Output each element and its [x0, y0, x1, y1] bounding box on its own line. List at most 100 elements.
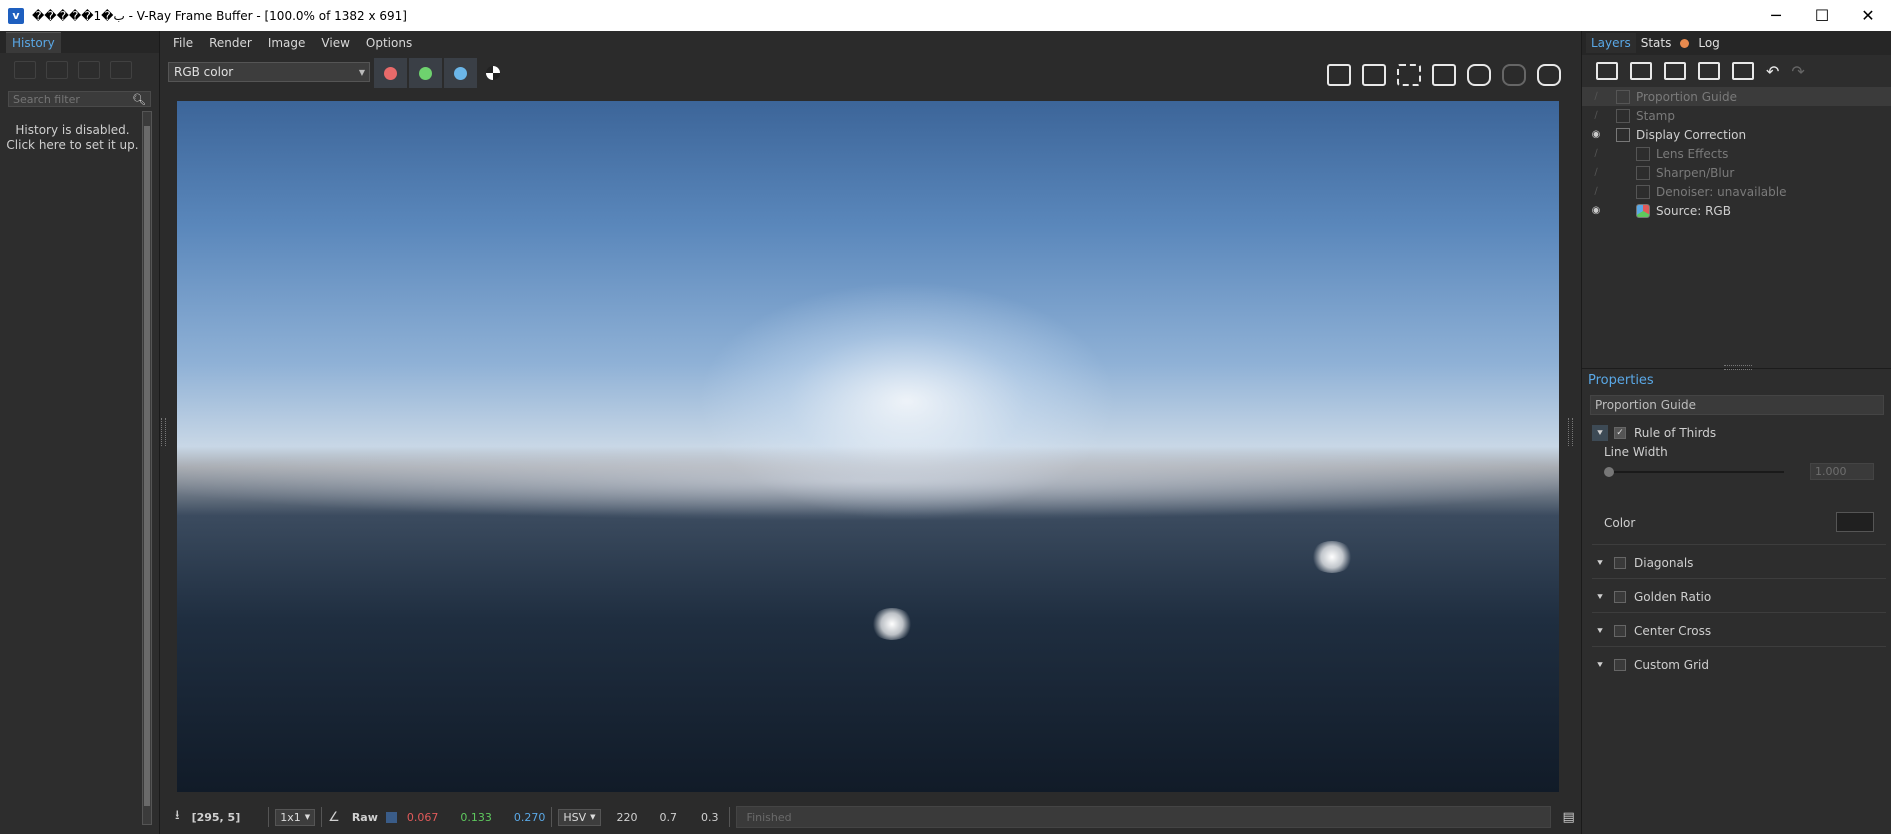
maximize-button[interactable]: ☐: [1799, 0, 1845, 31]
layer-row-sharpen-blur[interactable]: ∕ Sharpen/Blur: [1582, 163, 1891, 182]
save-layers-icon[interactable]: [1664, 62, 1686, 80]
diagonals-checkbox[interactable]: [1614, 557, 1626, 569]
status-separator: [551, 807, 553, 827]
create-layer-icon[interactable]: [1596, 62, 1618, 80]
layer-row-stamp[interactable]: ∕ Stamp: [1582, 106, 1891, 125]
chevron-down-icon[interactable]: ⯆: [1592, 589, 1608, 605]
status-separator: [728, 807, 730, 827]
layer-name: Denoiser: unavailable: [1656, 184, 1787, 199]
slider-knob[interactable]: [1604, 467, 1614, 477]
history-search-field[interactable]: 🔍︎: [8, 91, 151, 107]
color-clamp-icon[interactable]: ∠: [328, 810, 340, 825]
history-scrollbar[interactable]: [142, 111, 152, 825]
layer-row-proportion-guide[interactable]: ∕ Proportion Guide: [1582, 87, 1891, 106]
render-toolbar: RGB color ▼: [165, 56, 1575, 92]
render-status-field: Finished: [735, 806, 1551, 828]
golden-ratio-row[interactable]: ⯆ Golden Ratio: [1592, 585, 1884, 609]
slider-track: [1608, 471, 1784, 473]
chevron-down-icon[interactable]: ⯆: [1592, 555, 1608, 571]
menu-options[interactable]: Options: [358, 36, 420, 50]
layer-toolbar: ↶ ↷: [1582, 55, 1891, 87]
layer-row-display-correction[interactable]: ◉ Display Correction: [1582, 125, 1891, 144]
horizon-band: [177, 441, 1559, 521]
interactive-render-icon[interactable]: [1467, 64, 1491, 86]
chevron-down-icon[interactable]: ⯆: [1592, 425, 1608, 441]
tab-stats[interactable]: Stats: [1636, 33, 1677, 53]
layer-presets-icon[interactable]: [1732, 62, 1754, 80]
diagonals-row[interactable]: ⯆ Diagonals: [1592, 551, 1884, 575]
layer-name: Lens Effects: [1656, 146, 1729, 161]
history-compare-icon[interactable]: [46, 61, 68, 79]
tab-log[interactable]: Log: [1693, 33, 1724, 53]
redo-icon[interactable]: ↷: [1791, 62, 1804, 81]
visibility-toggle-icon[interactable]: ∕: [1582, 186, 1610, 197]
zoom-ratio-select[interactable]: 1x1 ▼: [275, 808, 316, 826]
layer-row-lens-effects[interactable]: ∕ Lens Effects: [1582, 144, 1891, 163]
lock-pixel-icon[interactable]: ⭳: [175, 806, 180, 828]
minimize-button[interactable]: ─: [1753, 0, 1799, 31]
layer-row-source-rgb[interactable]: ◉ Source: RGB: [1582, 201, 1891, 220]
center-cross-row[interactable]: ⯆ Center Cross: [1592, 619, 1884, 643]
history-message-line1: History is disabled.: [15, 123, 130, 137]
custom-grid-checkbox[interactable]: [1614, 659, 1626, 671]
search-icon[interactable]: 🔍︎: [132, 93, 146, 106]
history-load-icon[interactable]: [78, 61, 100, 79]
undo-icon[interactable]: ↶: [1766, 62, 1779, 81]
custom-grid-row[interactable]: ⯆ Custom Grid: [1592, 653, 1884, 677]
line-width-slider[interactable]: [1604, 465, 1784, 479]
layer-list: ∕ Proportion Guide ∕ Stamp ◉ Display Cor…: [1582, 87, 1891, 220]
green-channel-button[interactable]: [409, 58, 442, 88]
scrollbar-thumb[interactable]: [144, 126, 150, 806]
menu-view[interactable]: View: [313, 36, 357, 50]
visibility-toggle-icon[interactable]: ∕: [1582, 110, 1610, 121]
render-teapot-icon[interactable]: [1537, 64, 1561, 86]
region-render-icon[interactable]: [1432, 64, 1456, 86]
render-view-image[interactable]: [177, 101, 1559, 792]
stop-render-icon[interactable]: [1502, 64, 1526, 86]
chevron-down-icon[interactable]: ⯆: [1592, 657, 1608, 673]
history-message-line2[interactable]: Click here to set it up.: [0, 138, 145, 153]
eye-icon[interactable]: ◉: [1582, 205, 1610, 216]
line-width-spinbox[interactable]: 1.000: [1810, 463, 1874, 480]
layer-row-denoiser[interactable]: ∕ Denoiser: unavailable: [1582, 182, 1891, 201]
alpha-channel-icon[interactable]: [486, 66, 500, 80]
delete-layer-icon[interactable]: [1630, 62, 1652, 80]
line-width-label: Line Width: [1604, 445, 1668, 459]
chevron-down-icon[interactable]: ⯆: [1592, 623, 1608, 639]
rule-of-thirds-checkbox[interactable]: ✓: [1614, 427, 1626, 439]
center-cross-label: Center Cross: [1634, 624, 1712, 638]
save-image-icon[interactable]: [1327, 64, 1351, 86]
tab-history[interactable]: History: [6, 32, 61, 53]
right-splitter-handle[interactable]: [1568, 418, 1573, 446]
clear-image-icon[interactable]: [1362, 64, 1386, 86]
render-log-icon[interactable]: ▤: [1563, 810, 1575, 825]
blue-channel-button[interactable]: [444, 58, 477, 88]
tab-layers[interactable]: Layers: [1586, 33, 1636, 53]
channel-select[interactable]: RGB color ▼: [168, 62, 370, 82]
blue-value: 0.270: [513, 810, 546, 824]
close-button[interactable]: ✕: [1845, 0, 1891, 31]
menu-file[interactable]: File: [165, 36, 201, 50]
sharpen-blur-icon: [1636, 165, 1650, 180]
visibility-toggle-icon[interactable]: ∕: [1582, 167, 1610, 178]
history-save-icon[interactable]: [14, 61, 36, 79]
golden-ratio-checkbox[interactable]: [1614, 591, 1626, 603]
history-remove-icon[interactable]: [110, 61, 132, 79]
visibility-toggle-icon[interactable]: ∕: [1582, 148, 1610, 159]
visibility-toggle-icon[interactable]: ∕: [1582, 91, 1610, 102]
history-disabled-message[interactable]: History is disabled. Click here to set i…: [0, 111, 159, 153]
red-channel-button[interactable]: [374, 58, 407, 88]
diagonals-label: Diagonals: [1634, 556, 1694, 570]
saturation-value: 0.7: [659, 810, 678, 824]
history-search-input[interactable]: [13, 92, 113, 106]
menu-image[interactable]: Image: [260, 36, 314, 50]
center-cross-checkbox[interactable]: [1614, 625, 1626, 637]
color-swatch[interactable]: [1836, 512, 1874, 532]
left-splitter-handle[interactable]: [161, 418, 166, 446]
color-mode-select[interactable]: HSV ▼: [558, 808, 601, 826]
track-mouse-icon[interactable]: [1397, 64, 1421, 86]
eye-icon[interactable]: ◉: [1582, 129, 1610, 140]
load-layers-icon[interactable]: [1698, 62, 1720, 80]
rule-of-thirds-row[interactable]: ⯆ ✓ Rule of Thirds: [1592, 421, 1884, 445]
menu-render[interactable]: Render: [201, 36, 260, 50]
